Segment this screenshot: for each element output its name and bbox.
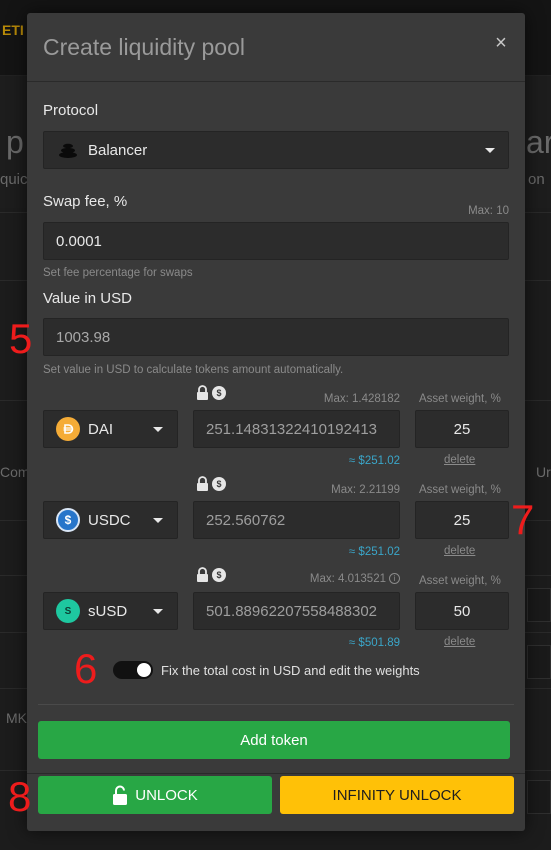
create-pool-modal: Create liquidity pool × Protocol Balance… <box>27 13 525 831</box>
token-weight-input[interactable]: 25 <box>415 410 509 448</box>
token-usd-value: ≈ $251.02 <box>348 546 400 558</box>
fix-cost-toggle[interactable] <box>113 661 153 679</box>
lock-price-controls[interactable]: $ <box>196 567 226 582</box>
usdc-icon: $ <box>56 508 80 532</box>
bg-side-text-right: Ur <box>536 464 551 480</box>
asset-weight-label: Asset weight, % <box>419 575 501 587</box>
close-icon[interactable]: × <box>491 33 511 53</box>
value-usd-hint: Set value in USD to calculate tokens amo… <box>43 364 344 376</box>
token-max: Max: 2.21199 <box>331 484 400 496</box>
lock-icon <box>197 476 208 491</box>
chevron-down-icon <box>153 427 163 432</box>
bg-hero-text-left: p <box>6 124 24 160</box>
token-amount-input[interactable]: 251.14831322410192413 <box>193 410 400 448</box>
lock-icon <box>197 385 208 400</box>
lock-price-controls[interactable]: $ <box>196 476 226 491</box>
modal-header: Create liquidity pool × <box>27 13 525 82</box>
bg-box <box>527 780 551 814</box>
annotation-5: 5 <box>9 315 33 362</box>
token-amount: 252.560762 <box>206 511 286 529</box>
token-weight: 50 <box>453 602 471 620</box>
token-usd-value: ≈ $251.02 <box>348 455 400 467</box>
token-max: Max: 4.013521 i <box>267 573 400 585</box>
add-token-button[interactable]: Add token <box>38 721 510 759</box>
token-amount: 501.88962207558488302 <box>206 602 378 620</box>
token-weight-input[interactable]: 50 <box>415 592 509 630</box>
unlock-button[interactable]: UNLOCK <box>38 776 272 814</box>
bg-hero-sub-left: quic <box>0 171 28 188</box>
swap-fee-value: 0.0001 <box>56 232 102 250</box>
dollar-icon: $ <box>212 567 226 582</box>
value-usd-input[interactable]: 1003.98 <box>43 318 509 356</box>
section-divider <box>38 704 514 705</box>
protocol-select[interactable]: Balancer <box>43 131 509 169</box>
toggle-knob <box>137 663 151 677</box>
token-amount: 251.14831322410192413 <box>206 420 378 438</box>
token-symbol: sUSD <box>88 602 128 620</box>
balancer-icon <box>59 143 77 158</box>
token-symbol: USDC <box>88 511 131 529</box>
value-usd-value: 1003.98 <box>56 328 111 346</box>
token-max-value: Max: 4.013521 <box>309 573 386 585</box>
fix-cost-toggle-label: Fix the total cost in USD and edit the w… <box>161 663 420 678</box>
dai-icon <box>56 417 80 441</box>
swap-fee-label: Swap fee, % <box>43 193 128 210</box>
unlock-button-label: UNLOCK <box>135 786 198 804</box>
lock-price-controls[interactable]: $ <box>196 385 226 400</box>
token-weight-input[interactable]: 25 <box>415 501 509 539</box>
token-weight: 25 <box>453 511 471 529</box>
token-usd-value: ≈ $501.89 <box>348 637 400 649</box>
asset-weight-label: Asset weight, % <box>419 393 501 405</box>
token-max: Max: 1.428182 <box>323 393 400 405</box>
annotation-6: 6 <box>74 645 98 692</box>
bg-box <box>527 645 551 679</box>
footer-divider <box>27 773 525 774</box>
swap-fee-input[interactable]: 0.0001 <box>43 222 509 260</box>
bg-logo: ETI <box>2 22 24 38</box>
bg-hero-sub-right: on <box>528 171 545 188</box>
bg-hero-text-right: ar <box>526 124 551 160</box>
token-amount-input[interactable]: 501.88962207558488302 <box>193 592 400 630</box>
annotation-8: 8 <box>8 773 32 820</box>
bg-side-text-left-2: MK <box>6 710 27 726</box>
value-usd-label: Value in USD <box>43 290 132 307</box>
bg-side-text-left: Com <box>0 464 30 480</box>
swap-fee-hint: Set fee percentage for swaps <box>43 267 193 279</box>
asset-weight-label: Asset weight, % <box>419 484 501 496</box>
lock-icon <box>197 567 208 582</box>
annotation-7: 7 <box>511 496 535 543</box>
info-icon[interactable]: i <box>389 573 400 584</box>
chevron-down-icon <box>153 609 163 614</box>
bg-box <box>527 588 551 622</box>
token-amount-input[interactable]: 252.560762 <box>193 501 400 539</box>
dollar-icon: $ <box>212 385 226 400</box>
token-select-susd[interactable]: S sUSD <box>43 592 178 630</box>
delete-token-link[interactable]: delete <box>444 636 475 648</box>
infinity-unlock-button[interactable]: INFINITY UNLOCK <box>280 776 514 814</box>
delete-token-link[interactable]: delete <box>444 454 475 466</box>
modal-title: Create liquidity pool <box>43 34 246 60</box>
protocol-label: Protocol <box>43 102 99 119</box>
token-weight: 25 <box>453 420 471 438</box>
protocol-selected: Balancer <box>88 141 148 159</box>
token-symbol: DAI <box>88 420 114 438</box>
delete-token-link[interactable]: delete <box>444 545 475 557</box>
dollar-icon: $ <box>212 476 226 491</box>
unlock-icon <box>113 785 128 805</box>
token-select-usdc[interactable]: $ USDC <box>43 501 178 539</box>
swap-fee-max: Max: 10 <box>468 205 509 217</box>
chevron-down-icon <box>153 518 163 523</box>
token-select-dai[interactable]: DAI <box>43 410 178 448</box>
susd-icon: S <box>56 599 80 623</box>
chevron-down-icon <box>485 148 495 153</box>
